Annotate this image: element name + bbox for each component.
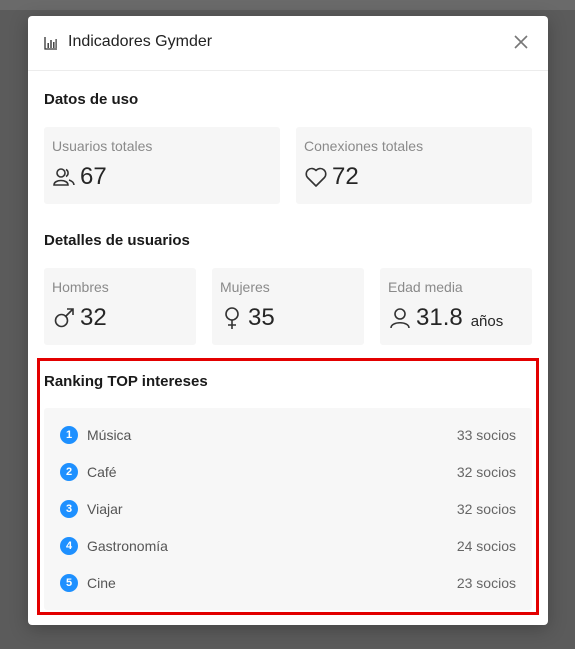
interest-label: Gastronomía — [87, 538, 168, 554]
men-card: Hombres 32 — [44, 268, 196, 345]
interest-label: Música — [87, 427, 132, 443]
women-card: Mujeres 35 — [212, 268, 364, 345]
interest-count: 23 socios — [456, 575, 516, 591]
card-label: Edad media — [388, 279, 463, 295]
rank-badge: 5 — [60, 574, 78, 592]
card-label: Hombres — [52, 279, 109, 295]
list-item: 1 Música 33 socios — [60, 423, 516, 447]
heart-icon — [305, 167, 327, 187]
list-item: 4 Gastronomía 24 socios — [60, 534, 516, 558]
card-value: 31.8 — [416, 304, 463, 331]
interest-label: Cine — [87, 575, 116, 591]
backdrop — [0, 0, 575, 10]
card-label: Mujeres — [220, 279, 270, 295]
bar-chart-icon — [44, 37, 57, 50]
card-label: Usuarios totales — [52, 138, 153, 154]
ranking-list: 1 Música 33 socios 2 Café 32 socios 3 Vi… — [44, 408, 532, 610]
interest-count: 32 socios — [456, 464, 516, 480]
interest-label: Viajar — [87, 501, 123, 517]
interest-count: 33 socios — [456, 427, 516, 443]
close-icon[interactable] — [512, 33, 530, 51]
card-value: 32 — [80, 304, 107, 331]
female-icon — [225, 307, 239, 329]
card-value: 35 — [248, 304, 275, 331]
user-details-section-title: Detalles de usuarios — [44, 232, 190, 249]
users-icon — [53, 168, 75, 186]
usage-section-title: Datos de uso — [44, 91, 139, 108]
average-age-card: Edad media 31.8 años — [380, 268, 532, 345]
list-item: 5 Cine 23 socios — [60, 571, 516, 595]
rank-badge: 1 — [60, 426, 78, 444]
modal-title: Indicadores Gymder — [68, 33, 213, 50]
rank-badge: 4 — [60, 537, 78, 555]
rank-badge: 2 — [60, 463, 78, 481]
male-icon — [54, 308, 74, 328]
card-value: 72 — [332, 163, 359, 190]
modal-header: Indicadores Gymder — [28, 16, 548, 71]
interest-count: 24 socios — [456, 538, 516, 554]
list-item: 2 Café 32 socios — [60, 460, 516, 484]
ranking-section-title: Ranking TOP intereses — [44, 373, 208, 390]
interest-label: Café — [87, 464, 117, 480]
card-label: Conexiones totales — [304, 138, 424, 154]
card-unit: años — [470, 312, 504, 330]
interest-count: 32 socios — [456, 501, 516, 517]
user-icon — [390, 308, 410, 329]
list-item: 3 Viajar 32 socios — [60, 497, 516, 521]
card-value: 67 — [80, 163, 107, 190]
total-connections-card: Conexiones totales 72 — [296, 127, 532, 204]
total-users-card: Usuarios totales 67 — [44, 127, 280, 204]
rank-badge: 3 — [60, 500, 78, 518]
indicators-modal: Indicadores Gymder Datos de uso Usuarios… — [28, 16, 548, 625]
